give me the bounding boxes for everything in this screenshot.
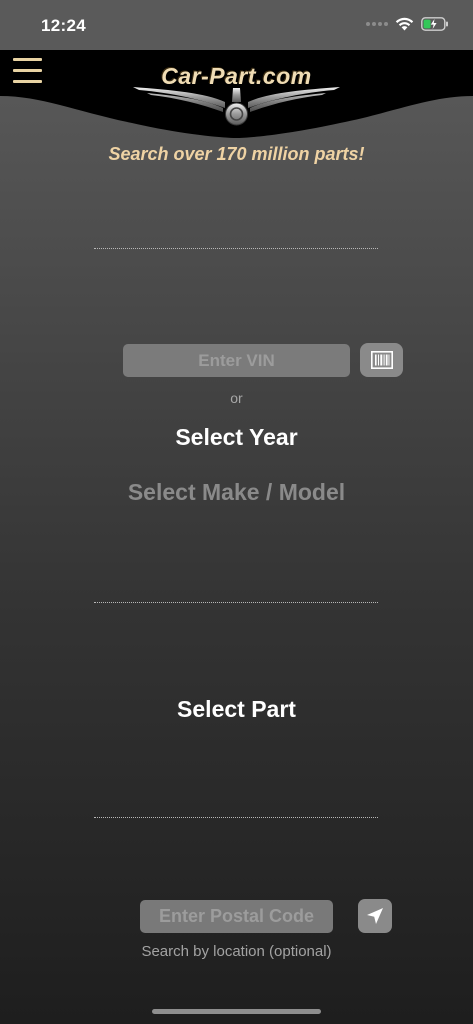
location-arrow-icon xyxy=(367,908,383,924)
vin-input[interactable] xyxy=(123,344,350,377)
status-time: 12:24 xyxy=(41,16,86,35)
or-label: or xyxy=(230,390,243,406)
barcode-scan-icon xyxy=(370,351,393,369)
cellular-signal-icon xyxy=(366,22,388,26)
status-icons xyxy=(366,17,449,31)
select-part-button[interactable]: Select Part xyxy=(0,696,473,723)
battery-charging-icon xyxy=(421,17,448,31)
select-year-button[interactable]: Select Year xyxy=(0,424,473,451)
use-location-button[interactable] xyxy=(358,899,392,933)
divider-top xyxy=(94,248,378,249)
barcode-scan-button[interactable] xyxy=(360,343,403,377)
status-bar: 12:24 xyxy=(0,0,473,50)
wifi-icon xyxy=(395,17,414,31)
home-indicator[interactable] xyxy=(152,1009,321,1014)
winged-logo-icon xyxy=(133,87,340,126)
location-hint: Search by location (optional) xyxy=(141,943,332,960)
tagline: Search over 170 million parts! xyxy=(108,144,365,164)
postal-code-input[interactable] xyxy=(140,900,333,933)
divider-bottom xyxy=(94,817,378,818)
select-make-model-button[interactable]: Select Make / Model xyxy=(0,479,473,506)
divider-middle xyxy=(94,602,378,603)
